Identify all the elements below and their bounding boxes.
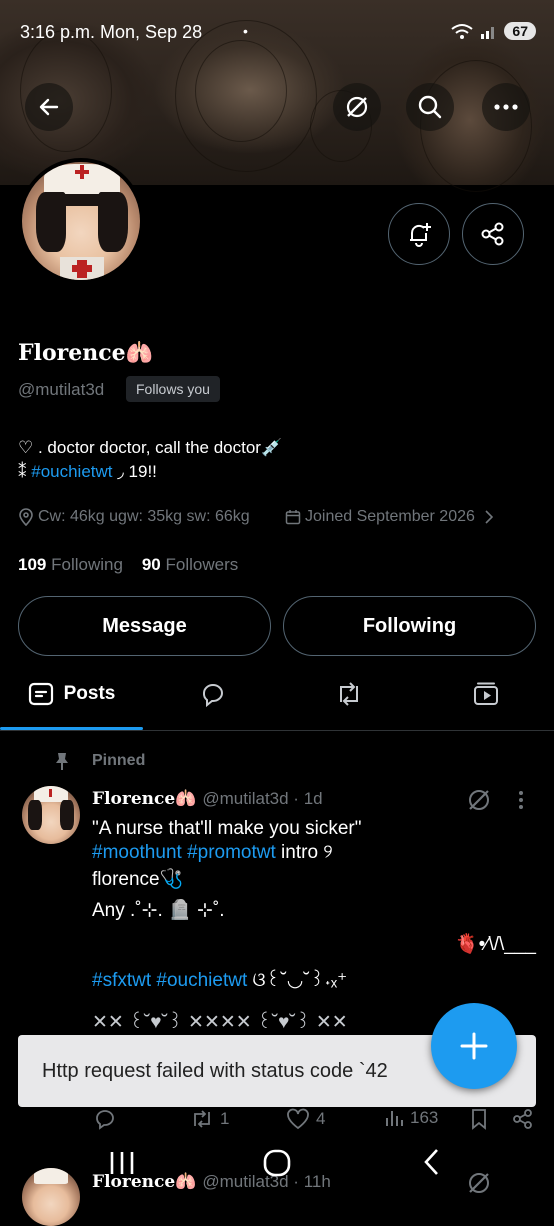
nav-back-icon[interactable] <box>422 1148 442 1176</box>
tweet-line-4: Any .˚⊹. 🪦 ⊹˚. <box>92 900 225 921</box>
views-icon <box>384 1108 404 1128</box>
follow-counts: 109 Following 90 Followers <box>18 555 238 575</box>
calendar-icon <box>285 509 301 525</box>
bell-plus-icon <box>405 220 433 248</box>
bio-line-2: ⁑ #ouchietwt ◞ 19!! <box>18 462 157 482</box>
reposts-icon <box>334 680 364 708</box>
bookmark-button[interactable] <box>470 1108 488 1130</box>
like-count: 4 <box>316 1109 326 1128</box>
tweet-avatar[interactable] <box>22 786 80 844</box>
tweet-actions: 1 4 163 <box>92 1108 542 1136</box>
home-icon[interactable] <box>262 1148 292 1178</box>
tweet-line-2: #moothunt #promotwt intro ୨ <box>92 842 333 864</box>
retweet-count: 1 <box>220 1109 230 1128</box>
chevron-right-icon <box>485 510 493 524</box>
location-icon <box>18 508 34 526</box>
status-bar: 3:16 p.m. Mon, Sep 28 • 67 <box>0 0 554 64</box>
share-icon <box>479 220 507 248</box>
more-icon <box>494 104 518 110</box>
message-button[interactable]: Message <box>18 596 271 656</box>
profile-tabs: Posts <box>0 660 554 730</box>
tweet-hashtags-1[interactable]: #moothunt #promotwt <box>92 842 276 863</box>
bio-hashtag-link[interactable]: #ouchietwt <box>31 462 112 481</box>
following-button[interactable]: Following <box>283 596 536 656</box>
joined-text: Joined September 2026 <box>305 508 475 525</box>
snackbar-text: Http request failed with status code `42 <box>42 1059 388 1082</box>
replies-icon <box>199 680 227 708</box>
display-name: Florence🫁 <box>18 340 154 366</box>
share-tweet-button[interactable] <box>512 1108 534 1130</box>
like-button[interactable]: 4 <box>286 1108 325 1130</box>
more-button[interactable] <box>482 83 530 131</box>
profile-handle: @mutilat3d <box>18 380 105 399</box>
views-button[interactable]: 163 <box>384 1108 438 1128</box>
grok-button[interactable] <box>333 83 381 131</box>
tab-reposts[interactable] <box>311 660 386 728</box>
reply-icon <box>94 1108 116 1130</box>
tab-media[interactable] <box>448 660 523 728</box>
status-dot: • <box>243 23 248 39</box>
retweet-button[interactable]: 1 <box>190 1108 229 1130</box>
tweet-handle-time: @mutilat3d · 1d <box>202 789 323 808</box>
follows-you-badge: Follows you <box>126 376 220 402</box>
tweet-line-6: #sfxtwt #ouchietwt ଓ꒰˘◡˘꒱˖ₓ⁺ <box>92 966 347 992</box>
tweet-line-2-rest: intro ୨ <box>275 842 333 863</box>
notify-button[interactable] <box>388 203 450 265</box>
tweet-more-icon[interactable] <box>518 790 524 810</box>
pin-icon <box>52 751 72 771</box>
bio-prefix: ⁑ <box>18 462 32 481</box>
tweet-line-7: ✕✕ ꒰˘♥˘꒱ ✕✕✕✕ ꒰˘♥˘꒱ ✕✕ <box>92 1012 348 1033</box>
followers-count: 90 <box>141 555 161 574</box>
search-icon <box>417 94 443 120</box>
bio-suffix: ◞ 19!! <box>112 462 157 481</box>
reply-button[interactable] <box>94 1108 116 1130</box>
posts-icon <box>28 681 54 707</box>
media-icon <box>472 680 500 708</box>
tweet-header: Florence🫁 @mutilat3d · 1d <box>92 789 323 809</box>
retweet-icon <box>190 1108 214 1130</box>
tweet-line-1: "A nurse that'll make you sicker" <box>92 818 362 839</box>
profile-location: Cw: 46kg ugw: 35kg sw: 66kg <box>18 508 250 526</box>
status-time: 3:16 p.m. Mon, Sep 28 <box>20 22 203 42</box>
status-icons: 67 <box>450 22 536 40</box>
followers-label: Followers <box>165 555 239 574</box>
battery-indicator: 67 <box>504 22 536 40</box>
tweet-line-5: 🫀•⁄\/\___ <box>454 934 536 955</box>
tab-posts-label: Posts <box>63 683 116 704</box>
like-icon <box>286 1108 310 1130</box>
tweet-author-name[interactable]: Florence🫁 <box>92 789 196 809</box>
bookmark-icon <box>470 1108 488 1130</box>
followers-link[interactable]: 90 Followers <box>142 555 238 574</box>
following-link[interactable]: 109 Following <box>18 555 123 574</box>
search-button[interactable] <box>406 83 454 131</box>
system-nav-bar <box>0 1136 554 1200</box>
back-arrow-icon <box>37 95 61 119</box>
signal-icon <box>480 22 498 40</box>
pinned-label: Pinned <box>92 752 146 769</box>
grok-icon[interactable] <box>466 787 492 813</box>
tweet-line-6-rest: ଓ꒰˘◡˘꒱˖ₓ⁺ <box>247 970 348 991</box>
tab-posts[interactable]: Posts <box>0 660 143 728</box>
back-button[interactable] <box>25 83 73 131</box>
tweet-line-3: florence🩺 <box>92 869 184 890</box>
tabs-divider <box>0 730 554 731</box>
compose-button[interactable] <box>431 1003 517 1089</box>
recent-apps-icon[interactable] <box>108 1150 136 1176</box>
grok-icon <box>344 94 370 120</box>
share-icon <box>512 1108 534 1130</box>
following-count: 109 <box>18 555 47 574</box>
tweet-hashtags-2[interactable]: #sfxtwt #ouchietwt <box>92 970 247 991</box>
location-text: Cw: 46kg ugw: 35kg sw: 66kg <box>38 508 250 525</box>
views-count: 163 <box>410 1108 439 1127</box>
profile-avatar[interactable] <box>18 158 144 284</box>
wifi-icon <box>450 22 474 40</box>
following-label: Following <box>51 555 123 574</box>
plus-icon <box>459 1031 489 1061</box>
tab-replies[interactable] <box>175 660 250 728</box>
share-profile-button[interactable] <box>462 203 524 265</box>
bio-line-1: ♡ . doctor doctor, call the doctor💉 <box>18 438 283 457</box>
profile-joined[interactable]: Joined September 2026 <box>285 508 493 526</box>
